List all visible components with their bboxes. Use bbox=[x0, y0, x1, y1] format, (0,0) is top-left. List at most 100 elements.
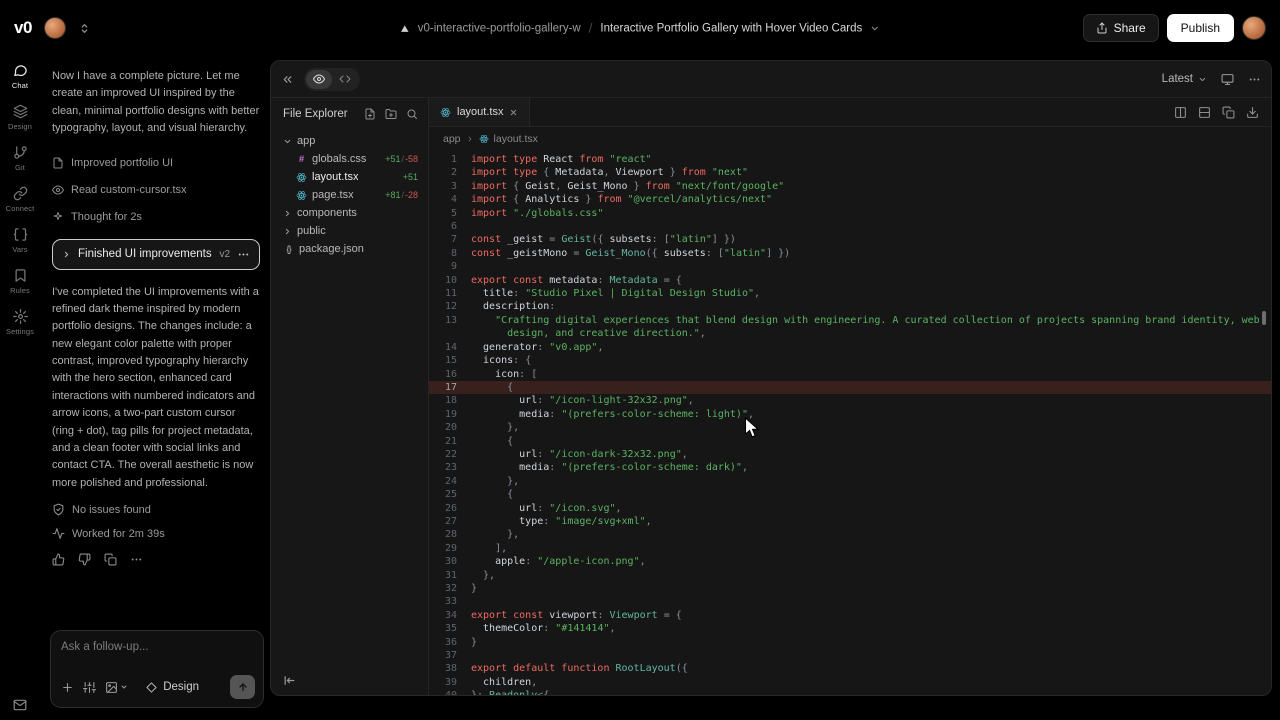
more-menu-icon[interactable] bbox=[1248, 73, 1261, 86]
design-mode-button[interactable]: Design bbox=[146, 681, 199, 693]
tree-file-globals.css[interactable]: #globals.css+51/-58 bbox=[283, 150, 418, 168]
code-line[interactable]: 14 generator: "v0.app", bbox=[429, 341, 1271, 354]
chat-step[interactable]: Improved portfolio UI bbox=[52, 150, 260, 177]
code-line[interactable]: 19 media: "(prefers-color-scheme: light)… bbox=[429, 408, 1271, 421]
code-line[interactable]: 15 icons: { bbox=[429, 354, 1271, 367]
code-line[interactable]: 26 url: "/icon.svg", bbox=[429, 502, 1271, 515]
copy-file-icon[interactable] bbox=[1222, 106, 1235, 119]
code-line[interactable]: design, and creative direction.", bbox=[429, 327, 1271, 340]
share-button[interactable]: Share bbox=[1083, 14, 1159, 42]
collapse-explorer-icon[interactable] bbox=[283, 674, 296, 687]
tree-folder-public[interactable]: public bbox=[283, 222, 418, 240]
code-line[interactable]: 18 url: "/icon-light-32x32.png", bbox=[429, 394, 1271, 407]
code-line[interactable]: 30 apple: "/apple-icon.png", bbox=[429, 555, 1271, 568]
code-line[interactable]: 8const _geistMono = Geist_Mono({ subsets… bbox=[429, 247, 1271, 260]
tree-file-package.json[interactable]: {}package.json bbox=[283, 240, 418, 258]
search-icon[interactable] bbox=[406, 108, 418, 120]
account-avatar[interactable] bbox=[1242, 16, 1266, 40]
publish-button[interactable]: Publish bbox=[1167, 14, 1234, 42]
chat-step[interactable]: Thought for 2s bbox=[52, 204, 260, 231]
code-line[interactable]: 21 { bbox=[429, 435, 1271, 448]
version-selector[interactable]: Latest bbox=[1162, 73, 1207, 85]
tree-folder-app[interactable]: app bbox=[283, 132, 418, 150]
code-area[interactable]: 1import type React from "react"2import t… bbox=[429, 150, 1271, 695]
code-line[interactable]: 32} bbox=[429, 582, 1271, 595]
media-picker-button[interactable] bbox=[105, 681, 128, 694]
code-line[interactable]: 5import "./globals.css" bbox=[429, 207, 1271, 220]
code-line[interactable]: 36} bbox=[429, 636, 1271, 649]
rail-item-design[interactable]: Design bbox=[0, 97, 40, 138]
rail-item-connect[interactable]: Connect bbox=[0, 179, 40, 220]
code-line[interactable]: 27 type: "image/svg+xml", bbox=[429, 515, 1271, 528]
chevron-down-icon[interactable] bbox=[870, 23, 880, 33]
download-icon[interactable] bbox=[1246, 106, 1259, 119]
code-line[interactable]: 39 children, bbox=[429, 676, 1271, 689]
new-file-icon[interactable] bbox=[364, 108, 376, 120]
version-card[interactable]: Finished UI improvements v2 bbox=[52, 239, 260, 270]
code-line[interactable]: 34export const viewport: Viewport = { bbox=[429, 609, 1271, 622]
rail-item-rules[interactable]: Rules bbox=[0, 261, 40, 302]
v0-logo[interactable]: v0 bbox=[14, 18, 32, 38]
code-line[interactable]: 17 { bbox=[429, 381, 1271, 394]
more-options-icon[interactable] bbox=[237, 248, 250, 261]
code-line[interactable]: 3import { Geist, Geist_Mono } from "next… bbox=[429, 180, 1271, 193]
code-line[interactable]: 29 ], bbox=[429, 542, 1271, 555]
preview-toggle[interactable] bbox=[306, 70, 332, 89]
tree-folder-components[interactable]: components bbox=[283, 204, 418, 222]
send-button[interactable] bbox=[230, 675, 255, 699]
mail-icon[interactable] bbox=[13, 698, 27, 712]
code-line[interactable]: 1import type React from "react" bbox=[429, 153, 1271, 166]
thumbs-up-icon[interactable] bbox=[52, 553, 65, 566]
code-line[interactable]: 37 bbox=[429, 649, 1271, 662]
project-name[interactable]: v0-interactive-portfolio-gallery-w bbox=[418, 22, 581, 34]
editor-tab-layout-tsx[interactable]: layout.tsx bbox=[429, 98, 530, 126]
rail-item-vars[interactable]: Vars bbox=[0, 220, 40, 261]
thumbs-down-icon[interactable] bbox=[78, 553, 91, 566]
code-line[interactable]: 35 themeColor: "#141414", bbox=[429, 622, 1271, 635]
worked-status[interactable]: Worked for 2m 39s bbox=[52, 527, 260, 540]
editor-scrollbar-thumb[interactable] bbox=[1262, 311, 1266, 325]
chat-step[interactable]: Read custom-cursor.tsx bbox=[52, 177, 260, 204]
code-line[interactable]: 9 bbox=[429, 260, 1271, 273]
code-line[interactable]: 20 }, bbox=[429, 421, 1271, 434]
code-line[interactable]: 13 "Crafting digital experiences that bl… bbox=[429, 314, 1271, 327]
rail-item-git[interactable]: Git bbox=[0, 138, 40, 179]
chat-title[interactable]: Interactive Portfolio Gallery with Hover… bbox=[600, 22, 862, 34]
collapse-chat-icon[interactable] bbox=[281, 73, 294, 86]
close-tab-icon[interactable] bbox=[509, 108, 518, 117]
code-line[interactable]: 16 icon: [ bbox=[429, 368, 1271, 381]
code-line[interactable]: 28 }, bbox=[429, 528, 1271, 541]
more-actions-icon[interactable] bbox=[130, 553, 143, 566]
followup-input[interactable]: Ask a follow-up... bbox=[61, 641, 253, 653]
code-line[interactable]: 24 }, bbox=[429, 475, 1271, 488]
sliders-icon[interactable] bbox=[83, 681, 96, 694]
rail-item-chat[interactable]: Chat bbox=[0, 56, 40, 97]
code-line[interactable]: 31 }, bbox=[429, 569, 1271, 582]
user-avatar[interactable] bbox=[44, 17, 66, 39]
code-line[interactable]: 33 bbox=[429, 595, 1271, 608]
code-line[interactable]: 12 description: bbox=[429, 300, 1271, 313]
code-line[interactable]: 23 media: "(prefers-color-scheme: dark)"… bbox=[429, 461, 1271, 474]
split-rows-icon[interactable] bbox=[1198, 106, 1211, 119]
plus-icon[interactable] bbox=[61, 681, 74, 694]
monitor-icon[interactable] bbox=[1221, 73, 1234, 86]
breadcrumb-folder[interactable]: app bbox=[443, 133, 461, 145]
code-line[interactable]: 25 { bbox=[429, 488, 1271, 501]
breadcrumb-file[interactable]: layout.tsx bbox=[494, 133, 538, 145]
copy-icon[interactable] bbox=[104, 553, 117, 566]
new-folder-icon[interactable] bbox=[385, 108, 397, 120]
code-line[interactable]: 10export const metadata: Metadata = { bbox=[429, 274, 1271, 287]
code-line[interactable]: 38export default function RootLayout({ bbox=[429, 662, 1271, 675]
code-line[interactable]: 40}: Readonly<{ bbox=[429, 689, 1271, 695]
code-line[interactable]: 22 url: "/icon-dark-32x32.png", bbox=[429, 448, 1271, 461]
split-columns-icon[interactable] bbox=[1174, 106, 1187, 119]
rail-item-settings[interactable]: Settings bbox=[0, 302, 40, 343]
project-switcher-icon[interactable] bbox=[78, 22, 91, 35]
code-line[interactable]: 4import { Analytics } from "@vercel/anal… bbox=[429, 193, 1271, 206]
code-line[interactable]: 6 bbox=[429, 220, 1271, 233]
code-toggle[interactable] bbox=[332, 70, 358, 89]
code-line[interactable]: 2import type { Metadata, Viewport } from… bbox=[429, 166, 1271, 179]
tree-file-layout.tsx[interactable]: layout.tsx+51 bbox=[283, 168, 418, 186]
code-line[interactable]: 7const _geist = Geist({ subsets: ["latin… bbox=[429, 233, 1271, 246]
tree-file-page.tsx[interactable]: page.tsx+81/-28 bbox=[283, 186, 418, 204]
